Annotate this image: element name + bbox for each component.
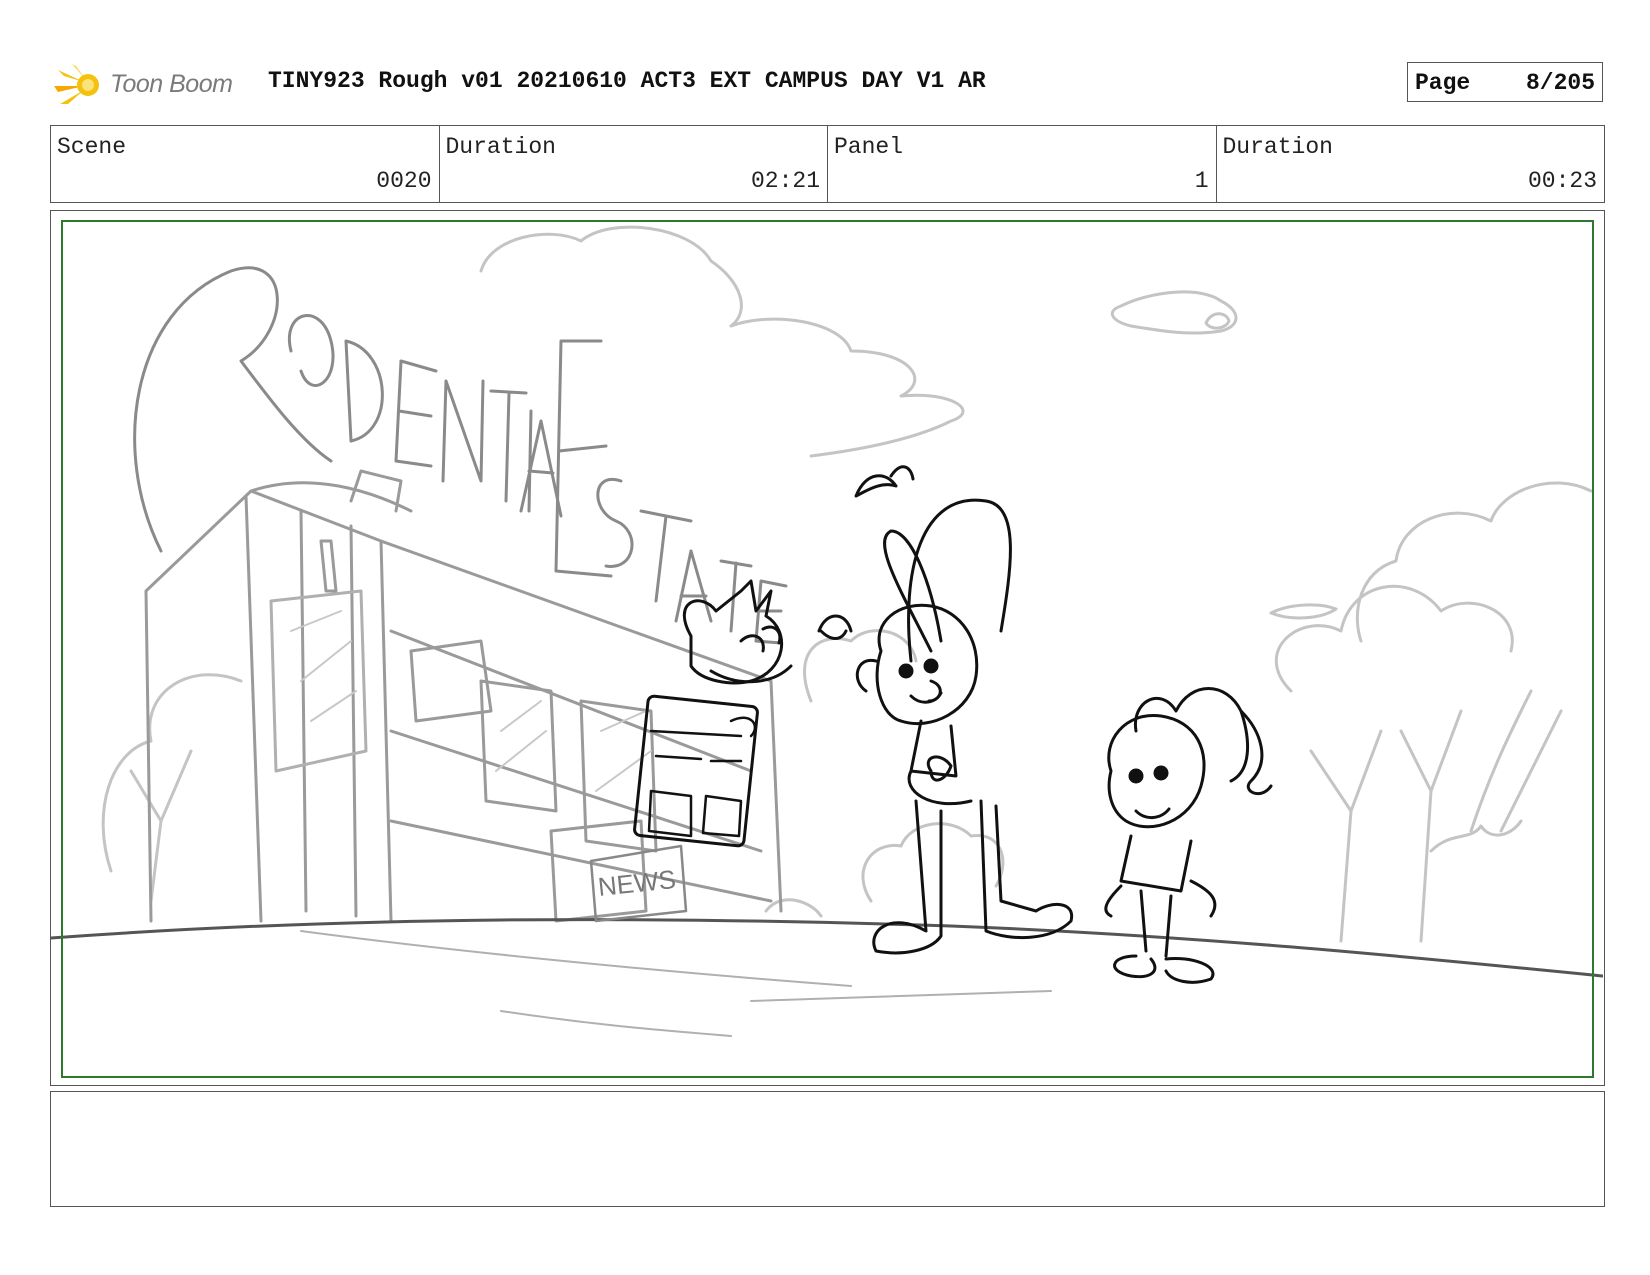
toon-boom-burst-icon xyxy=(54,64,99,104)
toon-boom-logo: Toon Boom xyxy=(54,60,254,110)
scene-duration-cell: Duration 02:21 xyxy=(440,126,828,202)
scene-value: 0020 xyxy=(376,168,432,194)
page-indicator: Page 8/205 xyxy=(1407,62,1603,102)
panel-cell: Panel 1 xyxy=(828,126,1217,202)
panel-duration-value: 00:23 xyxy=(1527,168,1597,194)
logo-text: Toon Boom xyxy=(110,70,233,98)
scene-duration-label: Duration xyxy=(445,134,556,160)
storyboard-header: Toon Boom TINY923 Rough v01 20210610 ACT… xyxy=(50,56,1605,112)
panel-duration-label: Duration xyxy=(1222,134,1333,160)
camera-safe-frame xyxy=(61,220,1594,1078)
page-number: 8/205 xyxy=(1525,70,1595,96)
panel-duration-cell: Duration 00:23 xyxy=(1217,126,1605,202)
page-label: Page xyxy=(1415,70,1471,96)
scene-duration-value: 02:21 xyxy=(750,168,820,194)
panel-value: 1 xyxy=(1194,168,1209,194)
panel-notes-box[interactable] xyxy=(50,1091,1605,1207)
panel-info-row: Scene 0020 Duration 02:21 Panel 1 Durati… xyxy=(50,125,1605,203)
panel-label: Panel xyxy=(834,134,904,160)
scene-cell: Scene 0020 xyxy=(51,126,440,202)
storyboard-title: TINY923 Rough v01 20210610 ACT3 EXT CAMP… xyxy=(268,68,986,94)
storyboard-panel[interactable]: NEWS RODENTIA ESTATES xyxy=(50,210,1605,1086)
scene-label: Scene xyxy=(57,134,127,160)
